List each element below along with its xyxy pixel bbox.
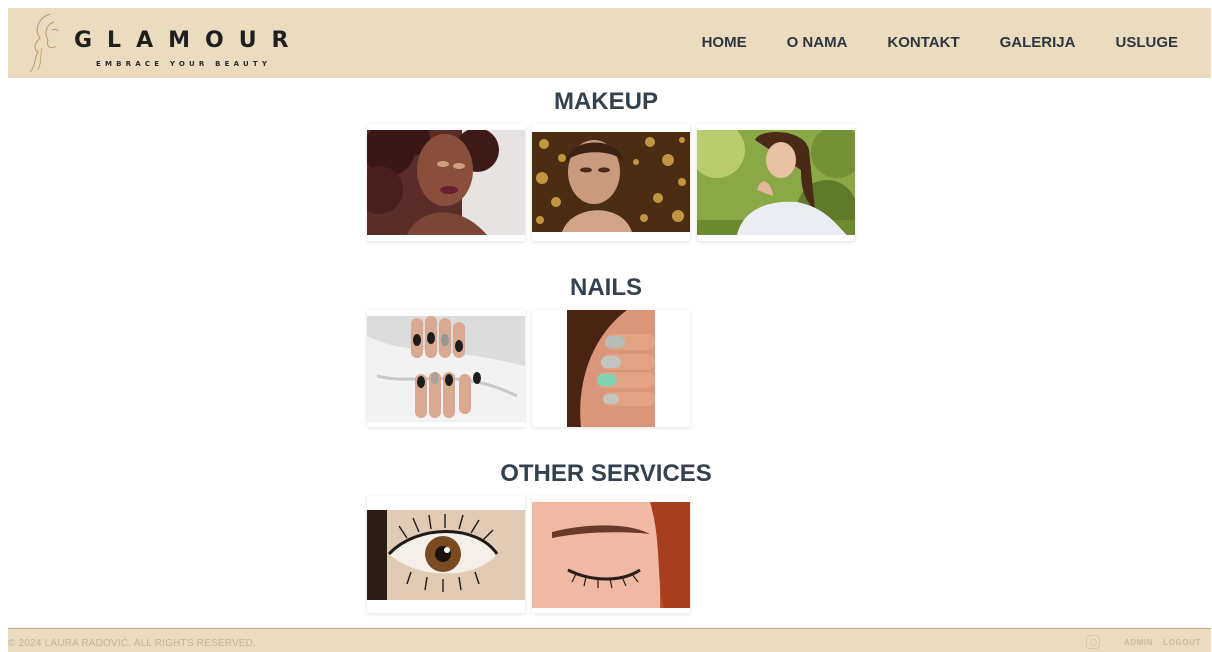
footer-links: ADMIN LOGOUT	[1085, 635, 1201, 649]
nav-galerija[interactable]: GALERIJA	[980, 8, 1096, 78]
eyelash-photo-2	[532, 502, 690, 608]
nails-photo-2	[567, 310, 655, 427]
main-nav: HOME O NAMA KONTAKT GALERIJA USLUGE	[682, 8, 1211, 78]
instagram-icon[interactable]	[1085, 635, 1100, 649]
brand-tagline: EMBRACE YOUR BEAUTY	[96, 60, 272, 68]
gallery-card[interactable]	[532, 310, 690, 427]
gallery-card[interactable]	[367, 310, 525, 427]
copyright-text: © 2024 LAURA RADOVIĆ. ALL RIGHTS RESERVE…	[8, 638, 257, 649]
gallery-card[interactable]	[532, 124, 690, 241]
gallery-card[interactable]	[367, 124, 525, 241]
logout-link[interactable]: LOGOUT	[1163, 638, 1201, 647]
site-header: GLAMOUR EMBRACE YOUR BEAUTY HOME O NAMA …	[8, 8, 1211, 78]
eyelash-photo-1	[367, 510, 525, 600]
face-outline-icon	[29, 13, 59, 73]
section-title-other-services: OTHER SERVICES	[500, 460, 712, 487]
brand-title: GLAMOUR	[74, 28, 304, 53]
nails-photo-1	[367, 316, 525, 422]
nav-home[interactable]: HOME	[682, 8, 767, 78]
nav-o-nama[interactable]: O NAMA	[767, 8, 868, 78]
gallery-card[interactable]	[697, 124, 855, 241]
makeup-photo-2	[532, 132, 690, 232]
logo[interactable]: GLAMOUR EMBRACE YOUR BEAUTY	[28, 12, 328, 74]
site-footer: © 2024 LAURA RADOVIĆ. ALL RIGHTS RESERVE…	[8, 628, 1211, 652]
section-title-nails: NAILS	[570, 274, 642, 301]
admin-link[interactable]: ADMIN	[1124, 638, 1153, 647]
nav-kontakt[interactable]: KONTAKT	[867, 8, 979, 78]
makeup-photo-3	[697, 130, 855, 235]
gallery-card[interactable]	[532, 496, 690, 613]
makeup-photo-1	[367, 130, 525, 235]
gallery-card[interactable]	[367, 496, 525, 613]
section-title-makeup: MAKEUP	[553, 88, 658, 115]
nav-usluge[interactable]: USLUGE	[1095, 8, 1211, 78]
